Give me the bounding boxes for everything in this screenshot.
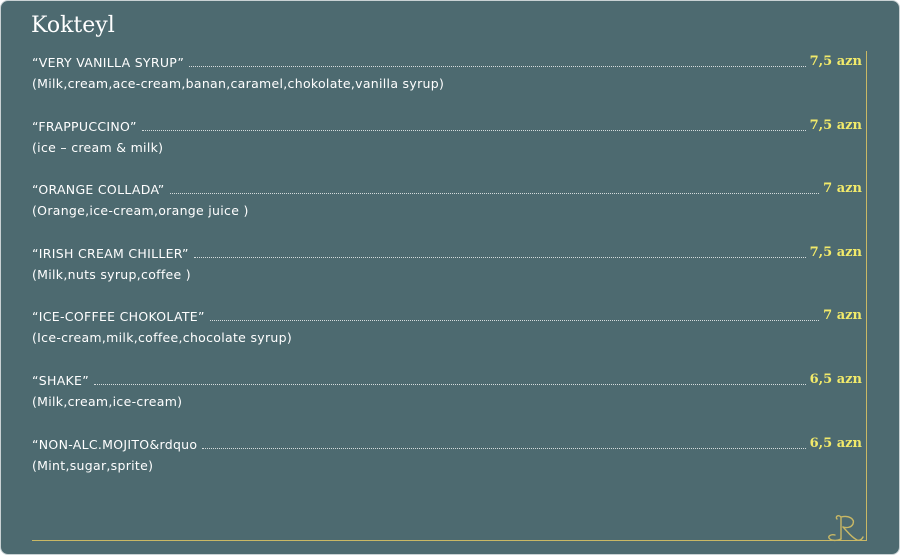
menu-item-description: (Mint,sugar,sprite) xyxy=(32,457,154,473)
menu-item: “FRAPPUCCINO” 7,5 azn (ice – cream & mil… xyxy=(32,115,862,179)
dotted-leader xyxy=(189,66,806,67)
dotted-leader xyxy=(202,447,806,449)
menu-item: “ICE-COFFEE CHOKOLATE” 7 azn (Ice-cream,… xyxy=(32,305,862,369)
menu-item: “ORANGE COLLADA” 7 azn (Orange,ice-cream… xyxy=(32,178,862,242)
menu-item-line: “ICE-COFFEE CHOKOLATE” 7 azn xyxy=(32,305,862,325)
menu-item-description: (Ice-cream,milk,coffee,chocolate syrup) xyxy=(32,330,293,346)
menu-item: “IRISH CREAM CHILLER” 7,5 azn (Milk,nuts… xyxy=(32,242,862,306)
menu-item-line: “VERY VANILLA SYRUP” 7,5 azn xyxy=(32,51,862,71)
r-monogram-icon xyxy=(828,515,864,542)
menu-item-name: “FRAPPUCCINO” xyxy=(32,118,137,134)
menu-item-name: “ORANGE COLLADA” xyxy=(32,182,165,198)
menu-item-name: “IRISH CREAM CHILLER” xyxy=(32,245,189,261)
menu-item-line: “NON-ALC.MOJITO&rdquo 6,5 azn xyxy=(32,433,862,453)
menu-item-line: “FRAPPUCCINO” 7,5 azn xyxy=(32,115,862,135)
menu-item: “NON-ALC.MOJITO&rdquo 6,5 azn (Mint,suga… xyxy=(32,433,862,497)
frame-bottom-rule xyxy=(32,540,867,541)
menu-item-description: (Orange,ice-cream,orange juice ) xyxy=(32,203,249,219)
menu-item-name: “SHAKE” xyxy=(32,372,90,388)
menu-list: “VERY VANILLA SYRUP” 7,5 azn (Milk,cream… xyxy=(32,51,862,496)
menu-item-description: (ice – cream & milk) xyxy=(32,139,164,155)
menu-panel: Kokteyl “VERY VANILLA SYRUP” 7,5 azn (Mi… xyxy=(0,0,900,555)
dotted-leader xyxy=(169,193,820,195)
menu-item-price: 7 azn xyxy=(823,308,862,324)
menu-item-line: “ORANGE COLLADA” 7 azn xyxy=(32,178,862,198)
dotted-leader xyxy=(94,383,806,385)
menu-item-line: “SHAKE” 6,5 azn xyxy=(32,369,862,389)
frame-right-rule xyxy=(866,51,867,541)
menu-item-name: “ICE-COFFEE CHOKOLATE” xyxy=(32,309,205,325)
menu-item-description: (Milk,cream,ice-cream) xyxy=(32,393,183,409)
menu-item-description: (Milk,cream,ace-cream,banan,caramel,chok… xyxy=(32,76,445,91)
menu-item-price: 6,5 azn xyxy=(809,435,862,451)
menu-item-name: “NON-ALC.MOJITO&rdquo xyxy=(32,436,198,452)
dotted-leader xyxy=(209,320,820,322)
dotted-leader xyxy=(193,256,806,258)
menu-item-price: 7,5 azn xyxy=(809,54,862,69)
menu-item-price: 6,5 azn xyxy=(809,371,862,387)
dotted-leader xyxy=(141,129,806,131)
menu-item-price: 7 azn xyxy=(823,181,862,197)
menu-item: “VERY VANILLA SYRUP” 7,5 azn (Milk,cream… xyxy=(32,51,862,115)
page-title: Kokteyl xyxy=(31,13,115,38)
menu-item-name: “VERY VANILLA SYRUP” xyxy=(32,55,185,70)
menu-item-line: “IRISH CREAM CHILLER” 7,5 azn xyxy=(32,242,862,262)
menu-item-description: (Milk,nuts syrup,coffee ) xyxy=(32,266,191,282)
menu-item-price: 7,5 azn xyxy=(809,117,862,133)
menu-item: “SHAKE” 6,5 azn (Milk,cream,ice-cream) xyxy=(32,369,862,433)
menu-item-price: 7,5 azn xyxy=(809,244,862,260)
